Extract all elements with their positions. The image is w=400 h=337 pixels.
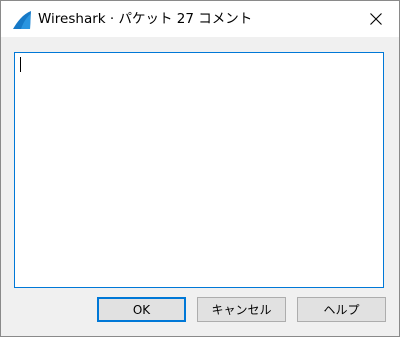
dialog-window: Wireshark · パケット 27 コメント OK キャンセル ヘルプ	[0, 0, 400, 337]
cancel-button[interactable]: キャンセル	[197, 297, 286, 322]
dialog-body: OK キャンセル ヘルプ	[1, 37, 399, 336]
text-caret	[20, 57, 21, 72]
close-icon	[370, 10, 382, 29]
window-title: Wireshark · パケット 27 コメント	[38, 11, 253, 27]
help-button[interactable]: ヘルプ	[297, 297, 386, 322]
close-button[interactable]	[353, 1, 399, 37]
title-bar[interactable]: Wireshark · パケット 27 コメント	[1, 1, 399, 37]
comment-textarea[interactable]	[14, 52, 384, 288]
ok-button[interactable]: OK	[97, 297, 186, 322]
wireshark-fin-icon	[12, 10, 32, 30]
